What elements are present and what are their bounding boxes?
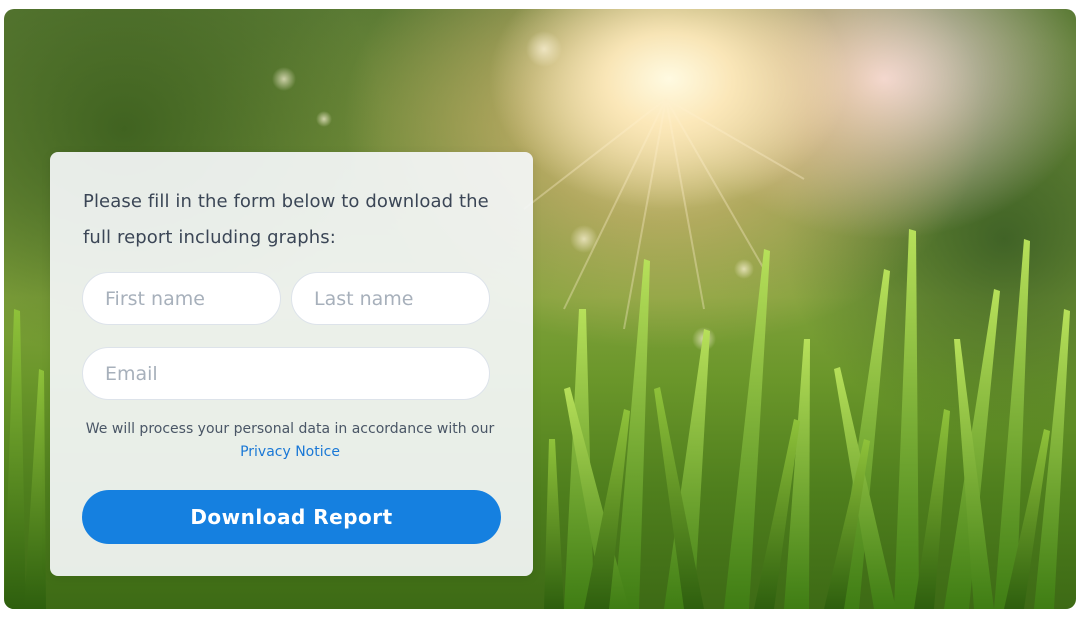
form-headline: Please fill in the form below to downloa… [83, 191, 489, 248]
first-name-input[interactable] [82, 272, 281, 325]
download-form-card: Please fill in the form below to downloa… [50, 152, 533, 576]
download-report-button[interactable]: Download Report [82, 490, 501, 544]
hero-background-image: Please fill in the form below to downloa… [4, 9, 1076, 609]
email-input[interactable] [82, 347, 490, 400]
privacy-notice-link[interactable]: Privacy Notice [240, 444, 340, 460]
notice-text: We will process your personal data in ac… [85, 421, 495, 437]
privacy-notice-text: We will process your personal data in ac… [70, 418, 510, 464]
last-name-input[interactable] [291, 272, 490, 325]
